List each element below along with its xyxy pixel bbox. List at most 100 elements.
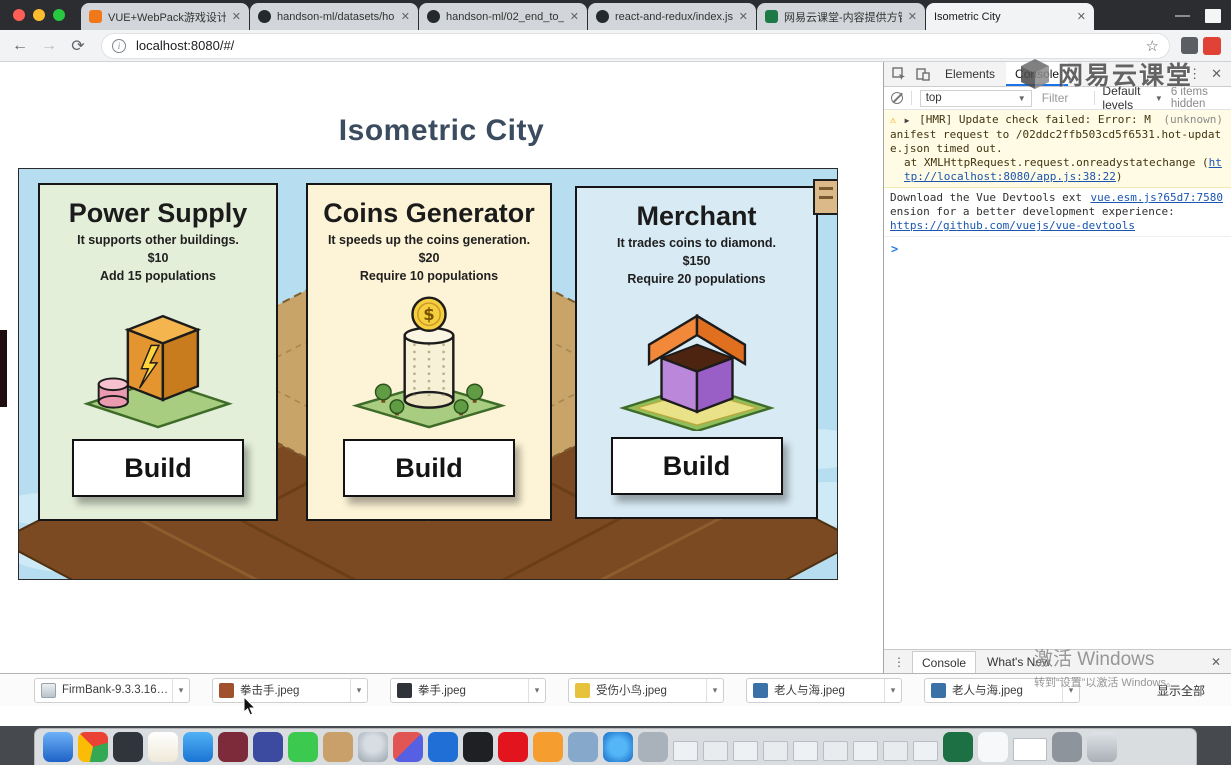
notes-dock-icon[interactable] <box>148 732 178 762</box>
window-thumb-dock-icon[interactable] <box>793 741 818 761</box>
download-item-injured-bird[interactable]: 受伤小鸟.jpeg ▾ <box>568 678 724 703</box>
console-info-source-link[interactable]: vue.esm.js?65d7:7580 <box>1091 191 1223 205</box>
tab-react-redux[interactable]: react-and-redux/index.js at ✕ <box>588 3 756 30</box>
download-item-fist[interactable]: 拳手.jpeg ▾ <box>390 678 546 703</box>
download-menu-chevron-icon[interactable]: ▾ <box>884 679 901 702</box>
bookmark-star-icon[interactable]: ☆ <box>1146 37 1159 55</box>
download-menu-chevron-icon[interactable]: ▾ <box>528 679 545 702</box>
expand-triangle-icon[interactable]: ▶ <box>905 116 910 125</box>
merchant-illustration <box>602 290 792 432</box>
devtools-close-icon[interactable]: ✕ <box>1211 66 1222 82</box>
files-folder-dock-icon[interactable] <box>568 732 598 762</box>
excel-dock-icon[interactable] <box>943 732 973 762</box>
tab-close-icon[interactable]: ✕ <box>739 10 748 23</box>
back-button[interactable]: ← <box>8 34 32 58</box>
gray-cube-dock-icon[interactable] <box>1052 732 1082 762</box>
reload-button[interactable]: ⟳ <box>66 34 90 58</box>
tab-isometric-city[interactable]: Isometric City ✕ <box>926 3 1094 30</box>
context-selector[interactable]: top ▼ <box>920 90 1032 107</box>
vue-devtools-link[interactable]: https://github.com/vuejs/vue-devtools <box>890 219 1135 232</box>
download-item-old-man-sea-2[interactable]: 老人与海.jpeg ▾ <box>924 678 1080 703</box>
dark-photos-dock-icon[interactable] <box>113 732 143 762</box>
devtools-header-right: ⋮ ✕ <box>1188 66 1227 82</box>
trash-dock-icon[interactable] <box>1087 732 1117 762</box>
orange-app-dock-icon[interactable] <box>533 732 563 762</box>
console-prompt[interactable]: > <box>884 237 1231 261</box>
build-button-power-supply[interactable]: Build <box>72 439 244 497</box>
download-menu-chevron-icon[interactable]: ▾ <box>350 679 367 702</box>
netease-music-dock-icon[interactable] <box>498 732 528 762</box>
console-warning-source[interactable]: (unknown) <box>1163 113 1223 127</box>
tab-close-icon[interactable]: ✕ <box>401 10 410 23</box>
download-item-old-man-sea-1[interactable]: 老人与海.jpeg ▾ <box>746 678 902 703</box>
extension-red-icon[interactable] <box>1203 37 1221 55</box>
image-file-icon <box>931 683 946 698</box>
hidden-items-count: 6 items hidden <box>1171 86 1224 110</box>
maximize-icon[interactable] <box>1205 9 1221 23</box>
tab-close-icon[interactable]: ✕ <box>1077 10 1086 23</box>
launchpad-dock-icon[interactable] <box>358 732 388 762</box>
download-menu-chevron-icon[interactable]: ▾ <box>1062 679 1079 702</box>
devtools-tab-console[interactable]: Console <box>1006 62 1068 86</box>
download-menu-chevron-icon[interactable]: ▾ <box>706 679 723 702</box>
white-app-dock-icon[interactable] <box>978 732 1008 762</box>
download-item-firmbank[interactable]: FirmBank-9.3.3.16526.exe ▾ <box>34 678 190 703</box>
site-info-icon[interactable]: i <box>112 39 126 53</box>
minimize-window-button[interactable] <box>33 9 45 21</box>
side-panel-handle[interactable] <box>813 179 838 215</box>
window-thumb-dock-icon[interactable] <box>853 741 878 761</box>
url-input[interactable] <box>134 37 1138 54</box>
tab-handson-endtoend[interactable]: handson-ml/02_end_to_end ✕ <box>419 3 587 30</box>
window-thumb-dock-icon[interactable] <box>673 741 698 761</box>
tab-close-icon[interactable]: ✕ <box>232 10 241 23</box>
wechat-dock-icon[interactable] <box>288 732 318 762</box>
tab-handson-datasets[interactable]: handson-ml/datasets/hous ✕ <box>250 3 418 30</box>
tab-netease-study[interactable]: 网易云课堂-内容提供方管理 ✕ <box>757 3 925 30</box>
devtools-header: Elements Console ⋮ ✕ <box>884 62 1231 87</box>
log-levels-selector[interactable]: Default levels ▼ <box>1102 84 1162 112</box>
appstore-dock-icon[interactable] <box>183 732 213 762</box>
tab-vue-webpack[interactable]: VUE+WebPack游戏设计： ✕ <box>81 3 249 30</box>
console-filter-input[interactable] <box>1040 90 1086 106</box>
window-thumb-dock-icon[interactable] <box>823 741 848 761</box>
code-editor-dock-icon[interactable] <box>393 732 423 762</box>
calendar-dark-dock-icon[interactable] <box>253 732 283 762</box>
drawer-close-icon[interactable]: ✕ <box>1211 655 1227 669</box>
forward-button[interactable]: → <box>37 34 61 58</box>
drawer-tab-console[interactable]: Console <box>912 651 976 673</box>
window-thumb-dock-icon[interactable] <box>703 741 728 761</box>
download-filename: 老人与海.jpeg <box>774 682 884 698</box>
address-bar[interactable]: i ☆ <box>101 33 1170 59</box>
inspect-element-icon[interactable] <box>888 64 910 84</box>
minimize-icon[interactable]: — <box>1175 11 1190 21</box>
show-all-downloads-button[interactable]: 显示全部 <box>1157 682 1217 699</box>
tab-close-icon[interactable]: ✕ <box>908 10 917 23</box>
contacts-dock-icon[interactable] <box>323 732 353 762</box>
tab-close-icon[interactable]: ✕ <box>570 10 579 23</box>
device-toolbar-icon[interactable] <box>912 64 934 84</box>
blue-cube-app-dock-icon[interactable] <box>428 732 458 762</box>
clear-console-icon[interactable] <box>891 92 903 104</box>
close-window-button[interactable] <box>13 9 25 21</box>
download-item-boxer[interactable]: 拳击手.jpeg ▾ <box>212 678 368 703</box>
extension-dark-icon[interactable] <box>1181 37 1198 54</box>
terminal-dock-icon[interactable] <box>463 732 493 762</box>
chrome-dock-icon[interactable] <box>78 732 108 762</box>
gray-app-dock-icon[interactable] <box>638 732 668 762</box>
drawer-tab-whats-new[interactable]: What's New <box>978 651 1060 673</box>
build-button-coins-generator[interactable]: Build <box>343 439 515 497</box>
drawer-kebab-menu-icon[interactable]: ⋮ <box>888 655 910 669</box>
devtools-kebab-menu-icon[interactable]: ⋮ <box>1188 66 1201 82</box>
maroon-app-dock-icon[interactable] <box>218 732 248 762</box>
devtools-tab-elements[interactable]: Elements <box>936 62 1004 86</box>
download-menu-chevron-icon[interactable]: ▾ <box>172 679 189 702</box>
safari-dock-icon[interactable] <box>603 732 633 762</box>
zoom-window-button[interactable] <box>53 9 65 21</box>
build-button-merchant[interactable]: Build <box>611 437 783 495</box>
window-thumb-dock-icon[interactable] <box>763 741 788 761</box>
white-window-dock-icon[interactable] <box>1013 738 1047 761</box>
finder-dock-icon[interactable] <box>43 732 73 762</box>
window-thumb-dock-icon[interactable] <box>913 741 938 761</box>
window-thumb-dock-icon[interactable] <box>883 741 908 761</box>
window-thumb-dock-icon[interactable] <box>733 741 758 761</box>
